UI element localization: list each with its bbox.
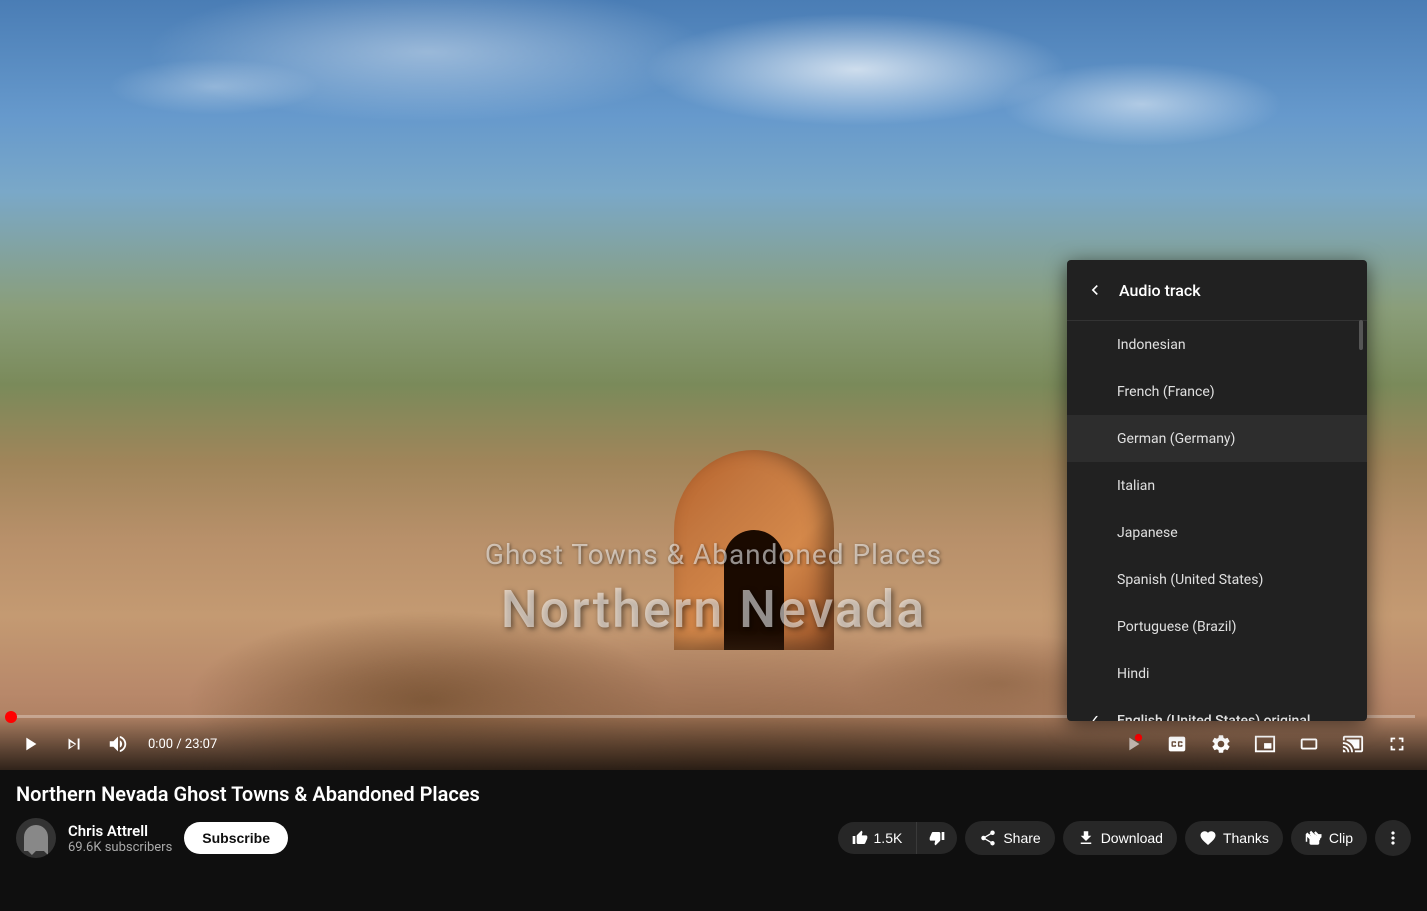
settings-button[interactable]	[1203, 726, 1239, 762]
stone-arch	[674, 450, 834, 650]
audio-track-header[interactable]: Audio track	[1067, 260, 1367, 321]
time-display: 0:00 / 23:07	[148, 737, 217, 752]
theatre-button[interactable]	[1291, 726, 1327, 762]
audio-track-title: Audio track	[1119, 281, 1201, 300]
controls-left: 0:00 / 23:07	[12, 726, 217, 762]
volume-button[interactable]	[100, 726, 136, 762]
ghost-icon	[24, 825, 48, 851]
audio-track-item-portuguese[interactable]: Portuguese (Brazil)	[1067, 603, 1367, 650]
check-none-4	[1087, 523, 1105, 542]
audio-label-2: German (Germany)	[1117, 431, 1235, 447]
controls-right	[1115, 726, 1415, 762]
audio-label-5: Spanish (United States)	[1117, 572, 1263, 588]
thanks-label: Thanks	[1223, 830, 1269, 846]
cc-button[interactable]	[1159, 726, 1195, 762]
share-label: Share	[1003, 830, 1040, 846]
check-none-6	[1087, 617, 1105, 636]
check-none-7	[1087, 664, 1105, 683]
audio-track-item-english[interactable]: ✓ English (United States) original	[1067, 697, 1367, 721]
channel-row: Chris Attrell 69.6K subscribers Subscrib…	[16, 818, 1411, 858]
audio-label-3: Italian	[1117, 478, 1155, 494]
time-separator: /	[176, 737, 185, 752]
check-none-5	[1087, 570, 1105, 589]
audio-track-item-hindi[interactable]: Hindi	[1067, 650, 1367, 697]
like-dislike-group: 1.5K	[838, 822, 958, 854]
audio-label-7: Hindi	[1117, 666, 1149, 682]
cast-button[interactable]	[1335, 726, 1371, 762]
audio-label-0: Indonesian	[1117, 337, 1186, 353]
channel-subs: 69.6K subscribers	[68, 840, 172, 855]
next-button[interactable]	[56, 726, 92, 762]
check-selected-8: ✓	[1087, 711, 1105, 721]
audio-track-item-spanish[interactable]: Spanish (United States)	[1067, 556, 1367, 603]
channel-info: Chris Attrell 69.6K subscribers	[68, 822, 172, 855]
check-none-3	[1087, 476, 1105, 495]
duration: 23:07	[185, 737, 217, 752]
like-button[interactable]: 1.5K	[838, 822, 918, 854]
audio-track-item-german[interactable]: German (Germany)	[1067, 415, 1367, 462]
audio-track-item-italian[interactable]: Italian	[1067, 462, 1367, 509]
check-none-2	[1087, 429, 1105, 448]
page-wrapper: Ghost Towns & Abandoned Places Northern …	[0, 0, 1427, 911]
video-title: Northern Nevada Ghost Towns & Abandoned …	[16, 782, 1411, 806]
action-buttons: 1.5K Share	[838, 820, 1411, 856]
audio-track-list: Indonesian French (France) German (Germa…	[1067, 321, 1367, 721]
check-none-0	[1087, 335, 1105, 354]
audio-label-6: Portuguese (Brazil)	[1117, 619, 1236, 635]
more-button[interactable]	[1375, 820, 1411, 856]
like-count: 1.5K	[874, 830, 903, 846]
miniplayer-button[interactable]	[1247, 726, 1283, 762]
audio-track-item-french[interactable]: French (France)	[1067, 368, 1367, 415]
audio-track-panel: Audio track Indonesian French (France) G…	[1067, 260, 1367, 721]
video-player[interactable]: Ghost Towns & Abandoned Places Northern …	[0, 0, 1427, 770]
channel-avatar[interactable]	[16, 818, 56, 858]
audio-label-1: French (France)	[1117, 384, 1215, 400]
thanks-button[interactable]: Thanks	[1185, 821, 1283, 855]
video-controls: 0:00 / 23:07	[0, 715, 1427, 770]
audio-track-item-japanese[interactable]: Japanese	[1067, 509, 1367, 556]
video-info-section: Northern Nevada Ghost Towns & Abandoned …	[0, 770, 1427, 866]
channel-left: Chris Attrell 69.6K subscribers Subscrib…	[16, 818, 288, 858]
check-none-1	[1087, 382, 1105, 401]
share-button[interactable]: Share	[965, 821, 1054, 855]
download-label: Download	[1101, 830, 1163, 846]
audio-label-8: English (United States) original	[1117, 713, 1310, 722]
channel-name: Chris Attrell	[68, 822, 172, 840]
clip-label: Clip	[1329, 830, 1353, 846]
back-arrow-icon[interactable]	[1083, 278, 1107, 302]
dislike-button[interactable]	[917, 822, 957, 854]
clip-button[interactable]: Clip	[1291, 821, 1367, 855]
controls-row: 0:00 / 23:07	[12, 726, 1415, 762]
subscribe-button[interactable]: Subscribe	[184, 822, 288, 854]
current-time: 0:00	[148, 737, 173, 752]
download-button[interactable]: Download	[1063, 821, 1177, 855]
stone-structure	[654, 410, 854, 650]
play-button[interactable]	[12, 726, 48, 762]
audio-track-item-indonesian[interactable]: Indonesian	[1067, 321, 1367, 368]
autoplay-button[interactable]	[1115, 726, 1151, 762]
audio-label-4: Japanese	[1117, 525, 1178, 541]
fullscreen-button[interactable]	[1379, 726, 1415, 762]
